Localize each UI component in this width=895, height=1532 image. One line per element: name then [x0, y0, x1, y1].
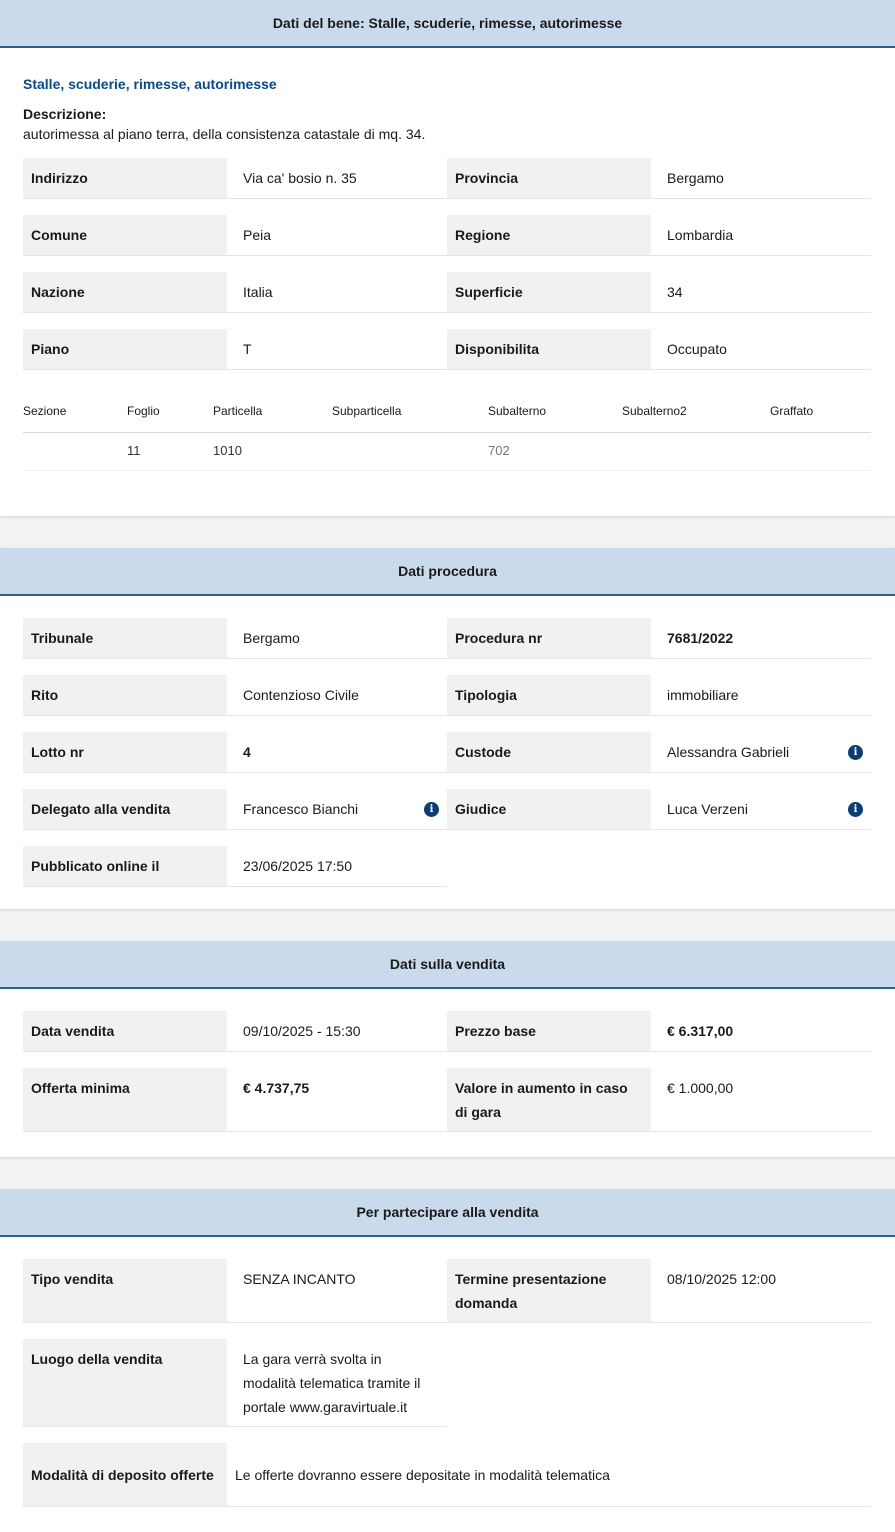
procedura-nr-value: 7681/2022 [651, 618, 871, 659]
description-text: autorimessa al piano terra, della consis… [23, 126, 426, 142]
data-vendita-value: 09/10/2025 - 15:30 [227, 1011, 447, 1052]
bene-grid-row3: Nazione Italia Superficie 34 [23, 272, 871, 313]
partecipare-header: Per partecipare alla vendita [0, 1189, 895, 1237]
partecipare-row3: Modalità di deposito offerte Le offerte … [23, 1443, 871, 1507]
custode-label: Custode [447, 732, 651, 773]
comune-value: Peia [227, 215, 447, 256]
giudice-info-icon[interactable]: i [848, 801, 863, 817]
giudice-label: Giudice [447, 789, 651, 830]
delegato-info-icon[interactable]: i [424, 801, 439, 817]
partecipare-row2: Luogo della vendita La gara verrà svolta… [23, 1339, 871, 1427]
bene-card: Dati del bene: Stalle, scuderie, rimesse… [0, 0, 895, 516]
catasto-header-row: Sezione Foglio Particella Subparticella … [23, 394, 871, 433]
tipo-vendita-label: Tipo vendita [23, 1259, 227, 1323]
vendita-row2: Offerta minima € 4.737,75 Valore in aume… [23, 1068, 871, 1132]
aumento-value: € 1.000,00 [651, 1068, 871, 1132]
procedura-row1: Tribunale Bergamo Procedura nr 7681/2022 [23, 618, 871, 659]
termine-value: 08/10/2025 12:00 [651, 1259, 871, 1323]
table-row: 11 1010 702 [23, 432, 871, 471]
procedura-card: Dati procedura Tribunale Bergamo Procedu… [0, 548, 895, 909]
vendita-row1: Data vendita 09/10/2025 - 15:30 Prezzo b… [23, 1011, 871, 1052]
procedura-nr-label: Procedura nr [447, 618, 651, 659]
catasto-subparticella [332, 432, 488, 471]
piano-label: Piano [23, 329, 227, 370]
page: Dati del bene: Stalle, scuderie, rimesse… [0, 0, 895, 1532]
indirizzo-value: Via ca' bosio n. 35 [227, 158, 447, 199]
procedura-row5: Pubblicato online il 23/06/2025 17:50 [23, 846, 871, 887]
superficie-label: Superficie [447, 272, 651, 313]
comune-label: Comune [23, 215, 227, 256]
description-label: Descrizione: [23, 106, 107, 122]
catasto-col-subalterno2: Subalterno2 [622, 394, 770, 433]
piano-value: T [227, 329, 447, 370]
giudice-cell: Luca Verzeni i [651, 789, 871, 830]
procedura-row3: Lotto nr 4 Custode Alessandra Gabrieli i [23, 732, 871, 773]
pubblicato-value: 23/06/2025 17:50 [227, 846, 447, 887]
procedura-row4: Delegato alla vendita Francesco Bianchi … [23, 789, 871, 830]
offerta-minima-label: Offerta minima [23, 1068, 227, 1132]
modalita-value: Le offerte dovranno essere depositate in… [227, 1443, 871, 1507]
custode-cell: Alessandra Gabrieli i [651, 732, 871, 773]
delegato-value: Francesco Bianchi [243, 801, 359, 817]
provincia-value: Bergamo [651, 158, 871, 199]
catasto-foglio: 11 [127, 432, 213, 471]
bene-header: Dati del bene: Stalle, scuderie, rimesse… [0, 0, 895, 48]
vendita-header: Dati sulla vendita [0, 941, 895, 989]
termine-label: Termine presentazione domanda [447, 1259, 651, 1323]
offerta-minima-value: € 4.737,75 [227, 1068, 447, 1132]
delegato-cell: Francesco Bianchi i [227, 789, 447, 830]
vendita-card: Dati sulla vendita Data vendita 09/10/20… [0, 941, 895, 1157]
tipologia-value: immobiliare [651, 675, 871, 716]
catasto-particella: 1010 [213, 432, 332, 471]
procedura-header: Dati procedura [0, 548, 895, 596]
tipologia-label: Tipologia [447, 675, 651, 716]
lotto-value: 4 [227, 732, 447, 773]
bene-grid-row4: Piano T Disponibilita Occupato [23, 329, 871, 370]
modalita-label: Modalità di deposito offerte [23, 1443, 227, 1507]
catasto-col-subparticella: Subparticella [332, 394, 488, 433]
procedura-row2: Rito Contenzioso Civile Tipologia immobi… [23, 675, 871, 716]
custode-info-icon[interactable]: i [848, 744, 863, 760]
rito-value: Contenzioso Civile [227, 675, 447, 716]
bene-grid-row2: Comune Peia Regione Lombardia [23, 215, 871, 256]
catasto-table: Sezione Foglio Particella Subparticella … [23, 394, 871, 471]
delegato-label: Delegato alla vendita [23, 789, 227, 830]
tribunale-label: Tribunale [23, 618, 227, 659]
disponibilita-value: Occupato [651, 329, 871, 370]
aumento-label: Valore in aumento in caso di gara [447, 1068, 651, 1132]
regione-label: Regione [447, 215, 651, 256]
tipo-vendita-value: SENZA INCANTO [227, 1259, 447, 1323]
indirizzo-label: Indirizzo [23, 158, 227, 199]
prezzo-base-value: € 6.317,00 [651, 1011, 871, 1052]
catasto-sezione [23, 432, 127, 471]
data-vendita-label: Data vendita [23, 1011, 227, 1052]
lotto-label: Lotto nr [23, 732, 227, 773]
catasto-col-sezione: Sezione [23, 394, 127, 433]
regione-value: Lombardia [651, 215, 871, 256]
provincia-label: Provincia [447, 158, 651, 199]
catasto-col-particella: Particella [213, 394, 332, 433]
partecipare-row1: Tipo vendita SENZA INCANTO Termine prese… [23, 1259, 871, 1323]
custode-value: Alessandra Gabrieli [667, 744, 790, 760]
catasto-col-subalterno: Subalterno [488, 394, 622, 433]
pubblicato-label: Pubblicato online il [23, 846, 227, 887]
catasto-subalterno: 702 [488, 432, 622, 471]
catasto-col-foglio: Foglio [127, 394, 213, 433]
partecipare-card: Per partecipare alla vendita Tipo vendit… [0, 1189, 895, 1532]
bene-grid: Indirizzo Via ca' bosio n. 35 Provincia … [23, 158, 871, 199]
luogo-value: La gara verrà svolta in modalità telemat… [227, 1339, 447, 1427]
giudice-value: Luca Verzeni [667, 801, 748, 817]
disponibilita-label: Disponibilita [447, 329, 651, 370]
luogo-label: Luogo della vendita [23, 1339, 227, 1427]
catasto-subalterno2 [622, 432, 770, 471]
catasto-col-graffato: Graffato [770, 394, 871, 433]
nazione-value: Italia [227, 272, 447, 313]
tribunale-value: Bergamo [227, 618, 447, 659]
prezzo-base-label: Prezzo base [447, 1011, 651, 1052]
nazione-label: Nazione [23, 272, 227, 313]
catasto-graffato [770, 432, 871, 471]
rito-label: Rito [23, 675, 227, 716]
superficie-value: 34 [651, 272, 871, 313]
bene-subtitle: Stalle, scuderie, rimesse, autorimesse [23, 76, 277, 92]
